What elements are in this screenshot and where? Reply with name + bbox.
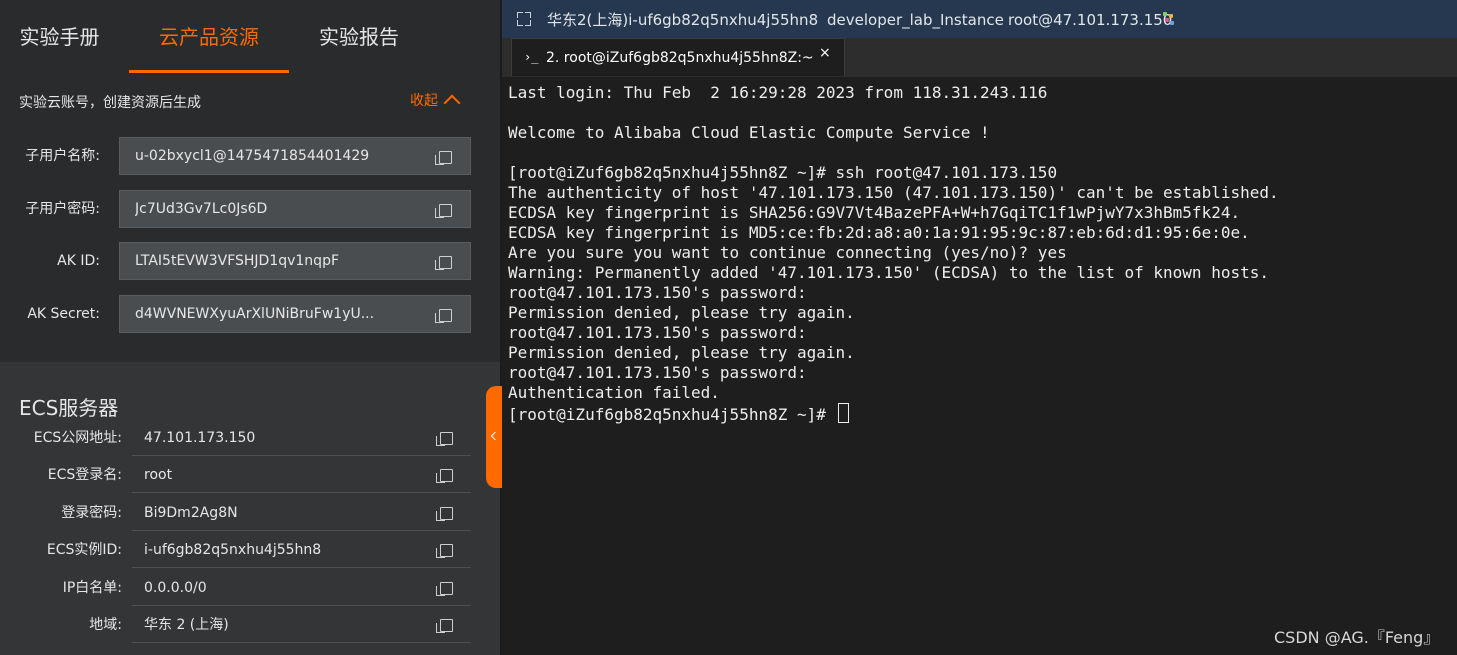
lab-account-section: 实验云账号，创建资源后生成 收起 子用户名称: u-02bxycl1@14754… (0, 74, 500, 362)
public-ip-value-row: 47.101.173.150 (132, 420, 471, 456)
host-label: root@47.101.173.150 (1008, 11, 1173, 29)
copy-icon[interactable] (436, 469, 453, 483)
field-label: AK ID: (57, 253, 100, 269)
field-label: 登录密码: (61, 505, 122, 521)
field-label: ECS登录名: (47, 467, 122, 483)
field-value: u-02bxycl1@1475471854401429 (135, 148, 370, 164)
watermark: CSDN @AG.『Feng』 (1274, 628, 1440, 647)
ip-whitelist-value-row: 0.0.0.0/0 (132, 570, 471, 606)
ecs-field-login-password: 登录密码: Bi9Dm2Ag8N (0, 495, 500, 532)
field-ak-id: AK ID: LTAI5tEVW3VFSHJD1qv1nqpF (0, 242, 500, 280)
sub-user-name-field[interactable]: u-02bxycl1@1475471854401429 (119, 137, 471, 175)
terminal-line: Warning: Permanently added '47.101.173.1… (508, 263, 1269, 282)
region-value-row: 华东 2 (上海) (132, 607, 471, 643)
copy-icon[interactable] (436, 432, 453, 446)
terminal-tab-label: 2. root@iZuf6gb82q5nxhu4j55hn8Z:~ (546, 50, 814, 66)
ak-secret-field[interactable]: d4WVNEWXyuArXlUNiBruFw1yU... (119, 295, 471, 333)
fullscreen-icon[interactable] (517, 12, 531, 26)
field-value: Bi9Dm2Ag8N (144, 505, 238, 521)
terminal-line: ECDSA key fingerprint is MD5:ce:fb:2d:a8… (508, 223, 1250, 242)
field-label: ECS实例ID: (46, 542, 122, 558)
terminal-line: ECDSA key fingerprint is SHA256:G9V7Vt4B… (508, 203, 1241, 222)
ecs-field-region: 地域: 华东 2 (上海) (0, 607, 500, 644)
tab-lab-report[interactable]: 实验报告 (298, 0, 420, 74)
tab-cloud-resources[interactable]: 云产品资源 (129, 0, 289, 74)
terminal-line: Are you sure you want to continue connec… (508, 243, 1067, 262)
terminal-prompt-line: [root@iZuf6gb82q5nxhu4j55hn8Z ~]# (508, 403, 1448, 424)
field-value: 华东 2 (上海) (144, 617, 229, 633)
terminal-line: Welcome to Alibaba Cloud Elastic Compute… (508, 123, 990, 142)
field-sub-user-password: 子用户密码: Jc7Ud3Gv7Lc0Js6D (0, 190, 500, 228)
ecs-field-instance-id: ECS实例ID: i-uf6gb82q5nxhu4j55hn8 (0, 532, 500, 569)
copy-icon[interactable] (436, 507, 453, 521)
terminal-area: 华东2(上海)i-uf6gb82q5nxhu4j55hn8 developer_… (502, 0, 1457, 655)
terminal-icon: ›_ (524, 50, 539, 64)
collapse-button[interactable]: 收起 (410, 90, 461, 112)
terminal-line: [root@iZuf6gb82q5nxhu4j55hn8Z ~]# ssh ro… (508, 163, 1058, 182)
copy-icon[interactable] (435, 204, 452, 218)
copy-icon[interactable] (436, 582, 453, 596)
terminal-line: Permission denied, please try again. (508, 343, 855, 362)
copy-icon[interactable] (435, 256, 452, 270)
active-tab-indicator (129, 70, 289, 73)
field-value: root (144, 467, 173, 483)
connection-icon (1163, 12, 1175, 26)
terminal-line: Permission denied, please try again. (508, 303, 855, 322)
terminal-line: root@47.101.173.150's password: (508, 323, 807, 342)
copy-icon[interactable] (436, 544, 453, 558)
panel-tabs: 实验手册 云产品资源 实验报告 (0, 0, 500, 74)
ecs-field-ip-whitelist: IP白名单: 0.0.0.0/0 (0, 570, 500, 607)
collapse-label: 收起 (410, 93, 438, 109)
field-label: ECS公网地址: (33, 430, 122, 446)
field-label: IP白名单: (62, 580, 122, 596)
region-instance-label: 华东2(上海)i-uf6gb82q5nxhu4j55hn8 (547, 11, 819, 29)
terminal-output[interactable]: Last login: Thu Feb 2 16:29:28 2023 from… (508, 83, 1448, 424)
tab-lab-manual[interactable]: 实验手册 (0, 0, 119, 74)
copy-icon[interactable] (436, 619, 453, 633)
field-label: AK Secret: (27, 306, 100, 322)
field-ak-secret: AK Secret: d4WVNEWXyuArXlUNiBruFw1yU... (0, 295, 500, 333)
terminal-line: root@47.101.173.150's password: (508, 283, 807, 302)
terminal-cursor (837, 403, 849, 423)
field-sub-user-name: 子用户名称: u-02bxycl1@1475471854401429 (0, 137, 500, 175)
login-password-value-row: Bi9Dm2Ag8N (132, 495, 471, 531)
field-value: LTAI5tEVW3VFSHJD1qv1nqpF (135, 253, 340, 269)
close-icon[interactable]: × (819, 45, 831, 61)
terminal-line: Authentication failed. (508, 383, 720, 402)
field-label: 子用户密码: (25, 201, 100, 217)
copy-icon[interactable] (435, 151, 452, 165)
field-value: 0.0.0.0/0 (144, 580, 207, 596)
login-name-value-row: root (132, 457, 471, 493)
terminal-tab-bar: ›_ 2. root@iZuf6gb82q5nxhu4j55hn8Z:~ × (502, 38, 1457, 77)
copy-icon[interactable] (435, 309, 452, 323)
field-value: d4WVNEWXyuArXlUNiBruFw1yU... (135, 306, 375, 322)
terminal-line: Last login: Thu Feb 2 16:29:28 2023 from… (508, 83, 1048, 102)
ecs-field-public-ip: ECS公网地址: 47.101.173.150 (0, 420, 500, 457)
field-label: 地域: (89, 617, 122, 633)
shell-prompt: [root@iZuf6gb82q5nxhu4j55hn8Z ~]# (508, 405, 836, 424)
field-label: 子用户名称: (25, 148, 100, 164)
terminal-line: root@47.101.173.150's password: (508, 363, 807, 382)
lab-instance-label: developer_lab_Instance (827, 11, 1004, 29)
ak-id-field[interactable]: LTAI5tEVW3VFSHJD1qv1nqpF (119, 242, 471, 280)
sub-user-password-field[interactable]: Jc7Ud3Gv7Lc0Js6D (119, 190, 471, 228)
terminal-tab-2[interactable]: ›_ 2. root@iZuf6gb82q5nxhu4j55hn8Z:~ × (511, 38, 845, 76)
terminal-line: The authenticity of host '47.101.173.150… (508, 183, 1279, 202)
field-value: i-uf6gb82q5nxhu4j55hn8 (144, 542, 322, 558)
terminal-top-bar: 华东2(上海)i-uf6gb82q5nxhu4j55hn8 developer_… (502, 0, 1457, 38)
instance-id-value-row: i-uf6gb82q5nxhu4j55hn8 (132, 532, 471, 568)
account-section-title: 实验云账号，创建资源后生成 (19, 95, 201, 111)
field-value: 47.101.173.150 (144, 430, 256, 446)
resource-panel: 实验手册 云产品资源 实验报告 实验云账号，创建资源后生成 收起 子用户名称: … (0, 0, 500, 655)
ecs-field-login-name: ECS登录名: root (0, 457, 500, 494)
field-value: Jc7Ud3Gv7Lc0Js6D (135, 201, 268, 217)
panel-collapse-toggle[interactable] (486, 386, 502, 488)
chevron-up-icon (443, 94, 461, 112)
ecs-section-title: ECS服务器 (19, 396, 119, 420)
